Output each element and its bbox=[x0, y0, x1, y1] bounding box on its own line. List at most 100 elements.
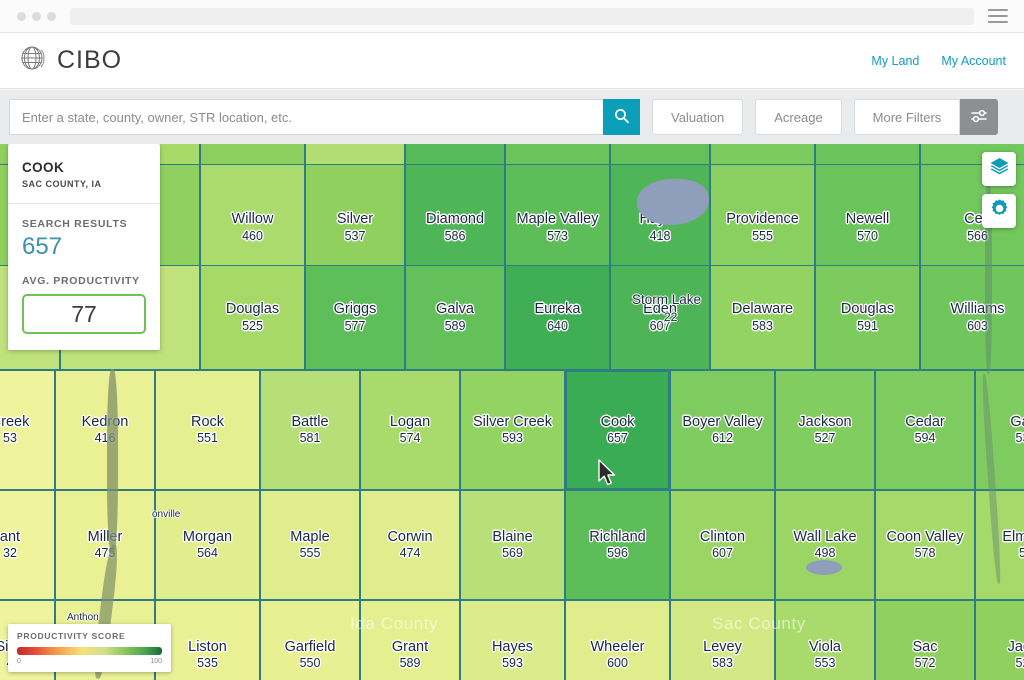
township-cell[interactable]: Miller 475 bbox=[55, 490, 155, 600]
township-cell[interactable]: Morgan 564 bbox=[155, 490, 260, 600]
township-cell[interactable]: Jack52 bbox=[975, 600, 1024, 680]
brand-logo[interactable]: CIBO bbox=[18, 43, 122, 78]
township-score: 551 bbox=[197, 431, 218, 446]
township-cell[interactable]: Logan 574 bbox=[360, 370, 460, 490]
township-score: 564 bbox=[197, 546, 218, 561]
township-name: Providence bbox=[726, 211, 799, 228]
township-cell[interactable]: Corwin 474 bbox=[360, 490, 460, 600]
township-score: 573 bbox=[547, 228, 568, 243]
township-cell[interactable]: Rock 551 bbox=[155, 370, 260, 490]
township-cell[interactable]: Richland 596 bbox=[565, 490, 670, 600]
township-cell[interactable]: Griggs 577 bbox=[305, 265, 405, 370]
township-cell[interactable]: Elm G5 bbox=[975, 490, 1024, 600]
township-name: Williams bbox=[950, 301, 1005, 318]
township-cell[interactable]: Silver Creek 593 bbox=[460, 370, 565, 490]
township-score: 53 bbox=[3, 431, 17, 446]
township-cell[interactable]: Boyer Valley 612 bbox=[670, 370, 775, 490]
township-name: Wall Lake bbox=[793, 528, 857, 545]
township-name: Blaine bbox=[492, 528, 533, 545]
township-score: 574 bbox=[399, 431, 421, 446]
hamburger-icon[interactable] bbox=[988, 9, 1008, 23]
township-score: 550 bbox=[299, 656, 321, 671]
header-links: My Land My Account bbox=[871, 54, 1006, 68]
township-cell[interactable]: Clinton 607 bbox=[670, 490, 775, 600]
township-name: Jackson bbox=[798, 413, 852, 430]
window-controls[interactable] bbox=[17, 11, 56, 21]
township-cell[interactable]: Eden 607 bbox=[610, 265, 710, 370]
township-name: Corwin bbox=[387, 528, 433, 545]
township-cell[interactable]: Kedron 416 bbox=[55, 370, 155, 490]
township-cell[interactable]: Wheeler 600 bbox=[565, 600, 670, 680]
township-score: 578 bbox=[914, 546, 936, 561]
township-score: 593 bbox=[502, 656, 523, 671]
township-cell[interactable]: Blaine 569 bbox=[460, 490, 565, 600]
township-cell[interactable]: Coon Valley 578 bbox=[875, 490, 975, 600]
township-score: 416 bbox=[94, 431, 116, 446]
more-filters-group: More Filters bbox=[853, 99, 999, 135]
layers-button[interactable] bbox=[982, 152, 1016, 186]
township-name: Jack bbox=[1007, 638, 1024, 655]
township-cell[interactable]: Battle 581 bbox=[260, 370, 360, 490]
township-cell[interactable]: Eureka 640 bbox=[505, 265, 610, 370]
township-score: 475 bbox=[94, 546, 116, 561]
township-score: 577 bbox=[344, 318, 366, 333]
township-name: Eden bbox=[643, 301, 677, 318]
township-cell[interactable]: Williams 603 bbox=[920, 265, 1024, 370]
globe-wireframe-icon bbox=[18, 43, 48, 78]
township-cell[interactable]: Levey 583 bbox=[670, 600, 775, 680]
township-cell[interactable]: Jackson 527 bbox=[775, 370, 875, 490]
township-cell[interactable]: Creek53 bbox=[0, 370, 55, 490]
info-panel-header: COOK SAC COUNTY, IA bbox=[8, 144, 160, 204]
township-cell[interactable]: Delaware 583 bbox=[710, 265, 815, 370]
township-cell[interactable]: Gar53 bbox=[975, 370, 1024, 490]
township-cell[interactable]: Galva 589 bbox=[405, 265, 505, 370]
avg-productivity-value: 77 bbox=[71, 300, 97, 327]
map-controls bbox=[982, 152, 1016, 236]
layers-icon bbox=[989, 156, 1010, 182]
township-cell[interactable]: Douglas 591 bbox=[815, 265, 920, 370]
info-panel-title: COOK bbox=[22, 160, 65, 175]
my-land-link[interactable]: My Land bbox=[871, 54, 919, 68]
township-score: 607 bbox=[712, 546, 733, 561]
township-name: Diamond bbox=[425, 211, 485, 228]
township-name: Elm G bbox=[1002, 528, 1024, 545]
search-input[interactable] bbox=[9, 99, 603, 135]
minimize-dot[interactable] bbox=[32, 11, 41, 21]
legend-title: PRODUCTIVITY SCORE bbox=[17, 631, 126, 641]
township-score: 553 bbox=[814, 656, 836, 671]
more-filters-button[interactable]: More Filters bbox=[853, 99, 961, 135]
township-cell[interactable]: Cook 657 bbox=[565, 370, 670, 490]
my-account-link[interactable]: My Account bbox=[941, 54, 1006, 68]
township-cell[interactable]: ant 32 bbox=[0, 490, 55, 600]
township-name: Battle bbox=[291, 413, 329, 430]
map-canvas[interactable]: eadowWillow460Silver537Diamond586Maple V… bbox=[0, 144, 1024, 680]
township-cell[interactable]: Wall Lake 498 bbox=[775, 490, 875, 600]
township-score: 537 bbox=[344, 228, 366, 243]
township-cell[interactable]: Garfield 550 bbox=[260, 600, 360, 680]
township-name: Richland bbox=[589, 528, 646, 545]
township-cell[interactable]: Viola 553 bbox=[775, 600, 875, 680]
search-button[interactable] bbox=[603, 99, 640, 135]
township-name: Douglas bbox=[840, 301, 895, 318]
township-score: 569 bbox=[502, 546, 523, 561]
township-cell[interactable]: Sac 572 bbox=[875, 600, 975, 680]
close-dot[interactable] bbox=[17, 11, 26, 21]
browser-chrome bbox=[0, 0, 1024, 33]
township-name: Sac bbox=[912, 638, 938, 655]
township-cell[interactable]: Maple 555 bbox=[260, 490, 360, 600]
township-cell[interactable]: Hayes 593 bbox=[460, 600, 565, 680]
township-cell[interactable]: Cedar 594 bbox=[875, 370, 975, 490]
acreage-filter-button[interactable]: Acreage bbox=[755, 99, 842, 135]
township-name: Gar bbox=[1010, 413, 1024, 430]
township-cell[interactable]: Grant 589 bbox=[360, 600, 460, 680]
filter-sliders-button[interactable] bbox=[960, 99, 999, 135]
township-name: Silver Creek bbox=[473, 413, 552, 430]
url-bar[interactable] bbox=[70, 7, 974, 25]
township-score: 32 bbox=[3, 546, 17, 561]
settings-button[interactable] bbox=[982, 194, 1016, 228]
township-cell[interactable]: Douglas 525 bbox=[200, 265, 305, 370]
valuation-filter-button[interactable]: Valuation bbox=[652, 99, 744, 135]
township-score: 474 bbox=[399, 546, 421, 561]
maximize-dot[interactable] bbox=[47, 11, 56, 21]
township-name: Galva bbox=[436, 301, 474, 318]
